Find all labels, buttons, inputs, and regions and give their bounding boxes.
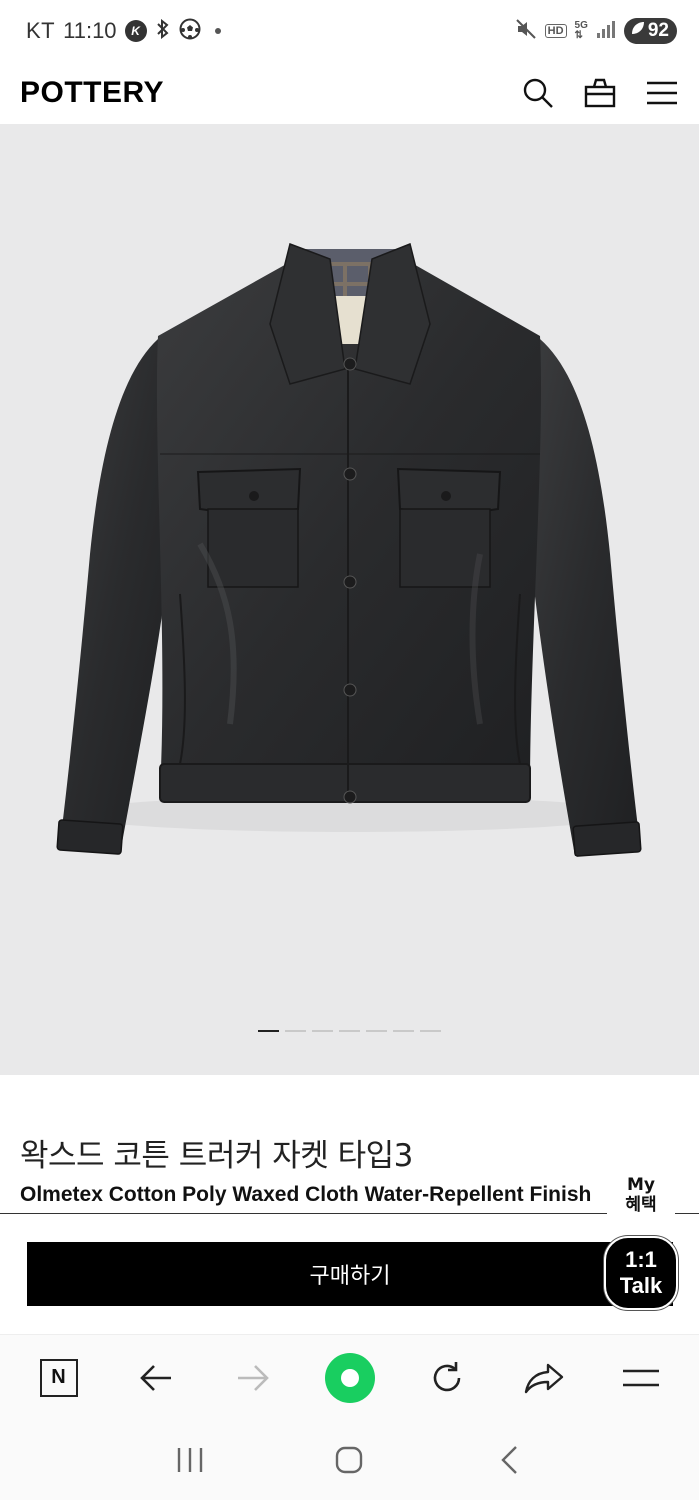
one-to-one-talk-button[interactable]: 1:1 Talk [604, 1236, 678, 1310]
mute-icon [515, 18, 537, 44]
bluetooth-icon [155, 18, 171, 44]
divider [0, 1213, 699, 1214]
arrow-left-icon [139, 1364, 171, 1391]
chevron-left-icon [501, 1446, 517, 1474]
search-button[interactable] [521, 76, 555, 110]
battery-level: 92 [647, 20, 669, 41]
home-rounded-square-icon [336, 1446, 363, 1474]
green-dot-icon [324, 1352, 375, 1403]
site-header: POTTERY [0, 62, 699, 124]
pagination-dot-2[interactable] [285, 1030, 306, 1032]
home-button[interactable] [319, 1430, 379, 1490]
shopping-bag-icon [584, 78, 616, 108]
battery-indicator: 92 [623, 18, 677, 44]
browser-toolbar: N [0, 1334, 699, 1420]
soccer-ball-icon [179, 18, 201, 45]
pagination-dot-6[interactable] [393, 1030, 414, 1032]
menu-lines-icon [622, 1369, 659, 1386]
my-benefit-line1: My [627, 1174, 655, 1195]
header-actions [521, 76, 679, 110]
green-dot-button[interactable] [320, 1348, 380, 1408]
status-left: KT 11:10 K [26, 18, 221, 45]
pagination-dot-3[interactable] [312, 1030, 333, 1032]
share-button[interactable] [514, 1348, 574, 1408]
pagination-dot-5[interactable] [366, 1030, 387, 1032]
product-title: 왁스드 코튼 트러커 자켓 타입3 [20, 1138, 413, 1174]
buy-button[interactable]: 구매하기 [27, 1242, 673, 1306]
browser-menu-button[interactable] [611, 1348, 671, 1408]
back-button[interactable] [126, 1348, 186, 1408]
pagination-dot-7[interactable] [420, 1030, 441, 1032]
network-5g-icon: 5G ⇅ [574, 20, 588, 41]
refresh-icon [433, 1361, 460, 1391]
pagination-dot-1[interactable] [258, 1030, 279, 1032]
naver-n-icon: N [39, 1358, 78, 1397]
hd-voice-icon: HD [544, 24, 567, 38]
product-image-carousel[interactable] [0, 124, 699, 1075]
system-back-button[interactable] [479, 1430, 539, 1490]
forward-button[interactable] [223, 1348, 283, 1408]
status-right: HD 5G ⇅ 92 [515, 18, 677, 44]
my-benefit-line2: 혜택 [625, 1195, 657, 1215]
talk-line1: 1:1 [625, 1246, 657, 1272]
product-image-jacket [56, 242, 642, 857]
notification-dot-icon [214, 28, 221, 34]
signal-icon [596, 20, 616, 42]
battery-leaf-icon [630, 20, 646, 42]
app-notification-icon: K [124, 20, 147, 42]
cart-button[interactable] [583, 76, 617, 110]
share-arrow-icon [524, 1363, 563, 1393]
refresh-button[interactable] [417, 1348, 477, 1408]
clock: 11:10 [63, 18, 117, 43]
talk-line2: Talk [619, 1273, 663, 1298]
hamburger-menu-icon [647, 81, 677, 105]
brand-logo[interactable]: POTTERY [20, 76, 164, 110]
recent-apps-icon [177, 1448, 203, 1472]
carousel-pagination [258, 1030, 441, 1032]
search-icon [523, 78, 553, 108]
menu-button[interactable] [645, 76, 679, 110]
carrier-label: KT [26, 18, 56, 43]
status-bar: KT 11:10 K HD 5G ⇅ 92 [0, 0, 699, 62]
network-label: 5G [574, 20, 588, 31]
product-subtitle: Olmetex Cotton Poly Waxed Cloth Water-Re… [20, 1183, 592, 1206]
recent-apps-button[interactable] [160, 1430, 220, 1490]
system-navigation-bar [0, 1420, 699, 1500]
my-benefit-button[interactable]: My 혜택 [607, 1170, 675, 1220]
naver-home-button[interactable]: N [29, 1348, 89, 1408]
arrow-right-icon [237, 1364, 269, 1391]
pagination-dot-4[interactable] [339, 1030, 360, 1032]
